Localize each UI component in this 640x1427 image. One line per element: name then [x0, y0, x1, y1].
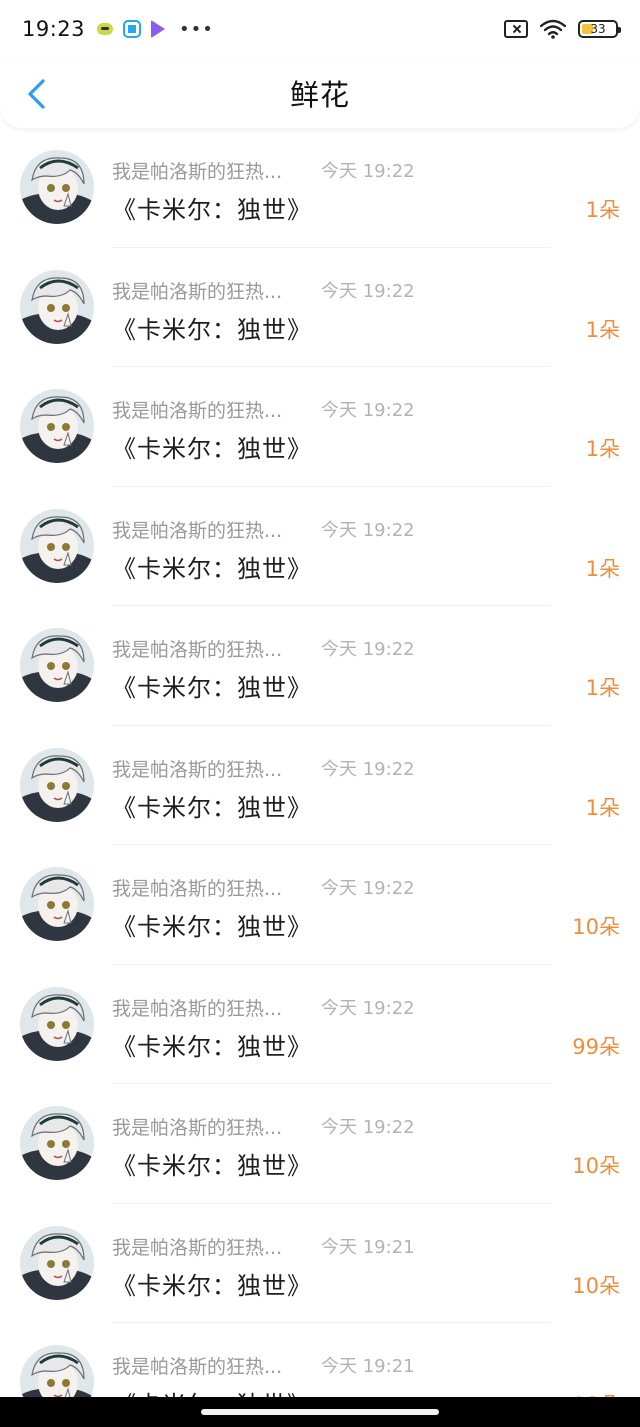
avatar[interactable] [20, 1225, 94, 1300]
sender-name: 我是帕洛斯的狂热... [112, 280, 283, 303]
avatar-image [20, 389, 94, 463]
sender-name: 我是帕洛斯的狂热... [112, 1117, 283, 1139]
wifi-icon [540, 19, 566, 39]
sender-name: 我是帕洛斯的狂热... [112, 1356, 283, 1378]
page-title: 鲜花 [289, 78, 350, 112]
book-title[interactable]: 《卡米尔：独世》 [112, 1027, 312, 1062]
more-icon: ••• [179, 18, 214, 40]
gift-time: 今天 19:22 [321, 519, 415, 541]
avatar[interactable] [20, 867, 94, 941]
gift-list[interactable]: 我是帕洛斯的狂热... 今天 19:22 《卡米尔：独世》 1朵 我是帕洛斯的狂… [0, 128, 640, 1427]
list-item[interactable]: 我是帕洛斯的狂热... 今天 19:22 《卡米尔：独世》 1朵 [0, 248, 640, 367]
gift-time: 今天 19:21 [321, 1236, 415, 1258]
avatar[interactable] [20, 747, 94, 822]
book-title[interactable]: 《卡米尔：独世》 [112, 788, 312, 823]
book-title[interactable]: 《卡米尔：独世》 [112, 190, 312, 225]
list-item[interactable]: 我是帕洛斯的狂热... 今天 19:22 《卡米尔：独世》 1朵 [0, 606, 640, 726]
avatar[interactable] [20, 1106, 94, 1180]
avatar-image [20, 867, 94, 941]
sender-name: 我是帕洛斯的狂热... [112, 161, 283, 183]
flower-amount: 1朵 [585, 317, 620, 342]
list-item[interactable]: 我是帕洛斯的狂热... 今天 19:22 《卡米尔：独世》 1朵 [0, 367, 640, 487]
gift-time: 今天 19:22 [321, 997, 415, 1019]
avatar[interactable] [20, 389, 94, 463]
list-item[interactable]: 我是帕洛斯的狂热... 今天 19:22 《卡米尔：独世》 10朵 [0, 1084, 640, 1204]
battery-icon: 33 [578, 20, 621, 38]
list-item[interactable]: 我是帕洛斯的狂热... 今天 19:22 《卡米尔：独世》 1朵 [0, 726, 640, 845]
avatar[interactable] [20, 986, 94, 1061]
gesture-bar [0, 1397, 640, 1427]
flower-amount: 1朵 [585, 198, 620, 222]
gift-time: 今天 19:22 [321, 758, 415, 780]
avatar-image [20, 150, 94, 224]
chat-app-icon [97, 23, 114, 35]
avatar[interactable] [20, 628, 94, 702]
gift-time: 今天 19:22 [321, 161, 415, 182]
avatar[interactable] [20, 150, 94, 224]
avatar-image [20, 986, 94, 1061]
flower-amount: 1朵 [585, 795, 620, 820]
chevron-left-icon [28, 79, 45, 109]
flower-amount: 1朵 [585, 556, 620, 581]
list-item[interactable]: 我是帕洛斯的狂热... 今天 19:22 《卡米尔：独世》 1朵 [0, 487, 640, 606]
sender-name: 我是帕洛斯的狂热... [112, 878, 283, 900]
avatar[interactable] [20, 269, 94, 344]
gift-time: 今天 19:21 [321, 1356, 415, 1377]
gift-time: 今天 19:22 [321, 1117, 415, 1138]
video-app-icon [151, 20, 166, 38]
book-title[interactable]: 《卡米尔：独世》 [112, 1266, 312, 1301]
gift-time: 今天 19:22 [321, 639, 415, 660]
book-title[interactable]: 《卡米尔：独世》 [112, 668, 312, 703]
sender-name: 我是帕洛斯的狂热... [112, 639, 283, 661]
flower-amount: 10朵 [572, 915, 620, 939]
blue-app-icon [123, 20, 142, 38]
book-title[interactable]: 《卡米尔：独世》 [112, 1146, 312, 1181]
avatar-image [20, 1106, 94, 1180]
sender-name: 我是帕洛斯的狂热... [112, 1236, 283, 1259]
book-title[interactable]: 《卡米尔：独世》 [112, 549, 312, 584]
book-title[interactable]: 《卡米尔：独世》 [112, 310, 312, 345]
avatar-image [20, 628, 94, 702]
gift-time: 今天 19:22 [321, 878, 415, 899]
sender-name: 我是帕洛斯的狂热... [112, 997, 283, 1020]
back-button[interactable] [18, 74, 54, 114]
home-indicator[interactable] [201, 1409, 439, 1415]
flower-amount: 10朵 [572, 1273, 620, 1298]
gift-time: 今天 19:22 [321, 280, 415, 302]
book-title[interactable]: 《卡米尔：独世》 [112, 429, 312, 464]
flower-amount: 1朵 [585, 437, 620, 461]
flower-amount: 10朵 [572, 1154, 620, 1178]
sender-name: 我是帕洛斯的狂热... [112, 758, 283, 781]
avatar-image [20, 269, 94, 344]
flower-amount: 1朵 [585, 676, 620, 700]
avatar[interactable] [20, 508, 94, 583]
battery-percent: 33 [590, 22, 606, 36]
avatar-image [20, 508, 94, 583]
avatar-image [20, 747, 94, 822]
header: 鲜花 [0, 58, 640, 128]
list-item[interactable]: 我是帕洛斯的狂热... 今天 19:22 《卡米尔：独世》 10朵 [0, 845, 640, 965]
system-icons: 33 [504, 19, 621, 39]
book-title[interactable]: 《卡米尔：独世》 [112, 907, 312, 942]
flower-amount: 99朵 [572, 1034, 620, 1059]
gift-time: 今天 19:22 [321, 400, 415, 421]
sender-name: 我是帕洛斯的狂热... [112, 400, 283, 422]
sender-name: 我是帕洛斯的狂热... [112, 519, 283, 542]
sim-off-icon [504, 20, 528, 38]
avatar-image [20, 1225, 94, 1300]
status-time: 19:23 [22, 17, 86, 41]
list-item[interactable]: 我是帕洛斯的狂热... 今天 19:22 《卡米尔：独世》 99朵 [0, 965, 640, 1084]
list-item[interactable]: 我是帕洛斯的狂热... 今天 19:22 《卡米尔：独世》 1朵 [0, 128, 640, 248]
list-item[interactable]: 我是帕洛斯的狂热... 今天 19:21 《卡米尔：独世》 10朵 [0, 1204, 640, 1323]
screen: 19:23 ••• 33 鲜花 我是帕洛斯的狂热... 今天 19:22 《卡米… [0, 0, 640, 1427]
notification-icons: ••• [97, 19, 214, 40]
status-bar: 19:23 ••• 33 [0, 0, 640, 58]
